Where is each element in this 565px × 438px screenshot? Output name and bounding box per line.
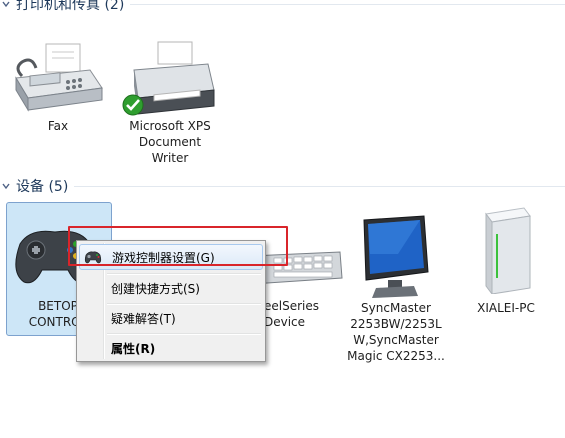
devices-section-title: 设备 (5) [16, 179, 69, 195]
monitor-device[interactable]: SyncMaster 2253BW/2253L W,SyncMaster Mag… [344, 202, 448, 372]
menu-item-properties[interactable]: 属性(R) [79, 335, 263, 361]
computer-tower-icon [485, 207, 531, 294]
section-divider [130, 3, 565, 5]
fax-icon [15, 43, 103, 112]
menu-item-troubleshoot[interactable]: 疑难解答(T) [79, 305, 263, 331]
fax-device[interactable]: Fax [8, 40, 108, 140]
fax-label: Fax [47, 119, 69, 133]
computer-device[interactable]: XIALEI-PC [458, 202, 554, 334]
printers-section-title: 打印机和传真 (2) [16, 0, 125, 13]
computer-device-label: XIALEI-PC [477, 301, 535, 315]
section-divider [74, 185, 565, 187]
chevron-down-icon[interactable] [0, 0, 12, 10]
devices-section-header[interactable]: 设备 (5) [0, 176, 565, 196]
menu-item-create-shortcut[interactable]: 创建快捷方式(S) [79, 275, 263, 301]
menu-item-label: 疑难解答(T) [111, 311, 176, 326]
chevron-down-icon[interactable] [0, 180, 12, 192]
printers-section-header[interactable]: 打印机和传真 (2) [0, 0, 565, 14]
default-checkmark-icon [122, 94, 144, 116]
menu-item-label: 属性(R) [111, 341, 156, 356]
highlight-annotation-box [68, 226, 288, 266]
monitor-icon [363, 215, 429, 298]
xps-writer-device[interactable]: Microsoft XPS Document Writer [118, 40, 222, 170]
monitor-device-label: SyncMaster 2253BW/2253L W,SyncMaster Mag… [347, 301, 445, 363]
xps-writer-label: Microsoft XPS Document Writer [129, 119, 211, 165]
menu-item-label: 创建快捷方式(S) [111, 281, 200, 296]
